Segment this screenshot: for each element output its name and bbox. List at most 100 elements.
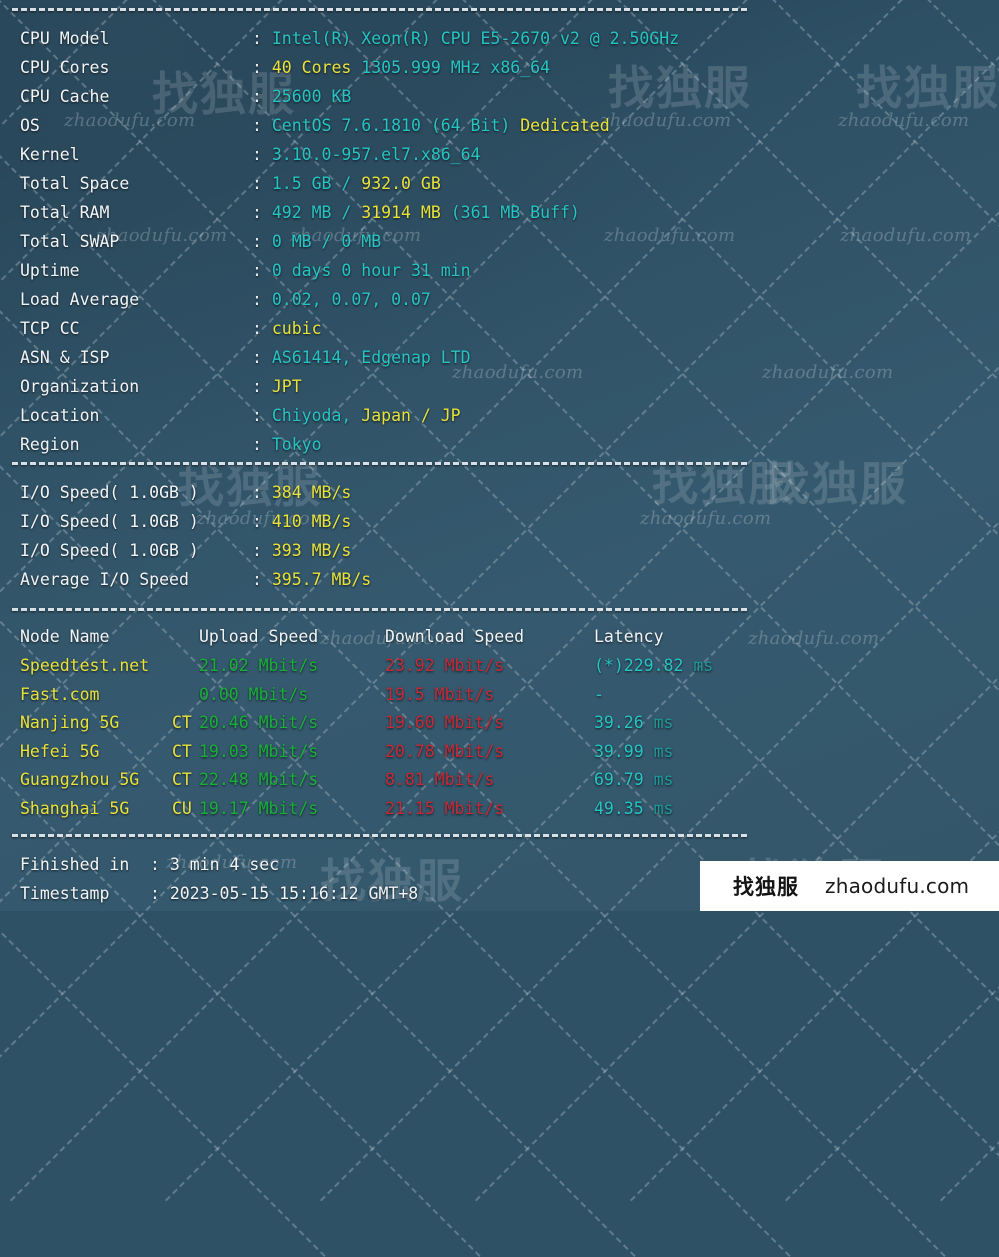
info-row-colon: : [252, 512, 272, 531]
info-row: Total SWAP: 0 MB / 0 MB [20, 227, 381, 256]
speedtest-node-isp: CU [172, 799, 192, 818]
info-row-value: 0.02, 0.07, 0.07 [271, 290, 431, 309]
info-row-value: Japan / JP [361, 406, 461, 425]
speedtest-latency-unit: ms [643, 799, 674, 818]
speedtest-latency: 39.99 ms [594, 737, 673, 766]
speedtest-node-isp: CT [172, 770, 192, 790]
info-row-value: 384 MB/s [271, 483, 352, 502]
speedtest-upload-speed: 19.17 Mbit/s [199, 799, 319, 818]
info-row-value: Intel(R) Xeon(R) CPU E5-2670 v2 @ 2.50GH… [271, 29, 680, 48]
info-row: Load Average: 0.02, 0.07, 0.07 [20, 285, 431, 314]
speedtest-upload-speed: 20.46 Mbit/s [199, 713, 319, 733]
speedtest-node-name: Guangzhou 5G [20, 770, 140, 790]
info-row: CPU Cores: 40 Cores 1305.999 MHz x86_64 [20, 53, 550, 82]
speedtest-latency-value: 49.35 [594, 799, 644, 818]
info-row-value: 2023-05-15 15:16:12 GMT+8 [169, 884, 419, 903]
info-row-colon: : [252, 406, 272, 425]
info-row-colon: : [252, 319, 272, 338]
info-row: Average I/O Speed: 395.7 MB/s [20, 565, 371, 594]
speedtest-header-node: Node Name [20, 627, 110, 646]
info-row-label: CPU Cores [20, 58, 110, 77]
info-row: Total RAM: 492 MB / 31914 MB (361 MB Buf… [20, 198, 580, 227]
speedtest-latency: - [594, 680, 604, 709]
speedtest-upload-speed: 0.00 Mbit/s [199, 684, 309, 704]
info-row-value: 0 MB / 0 MB [271, 232, 382, 251]
info-row-value: AS61414, Edgenap LTD [271, 348, 471, 367]
info-row-colon: : [252, 541, 272, 560]
info-row-colon: : [252, 174, 272, 193]
info-row: CPU Model: Intel(R) Xeon(R) CPU E5-2670 … [20, 24, 679, 53]
speedtest-header-download: Download Speed [385, 627, 525, 646]
info-row: CPU Cache: 25600 KB [20, 82, 351, 111]
info-row-label: OS [20, 116, 40, 135]
separator-top [12, 8, 747, 11]
info-row: Organization: JPT [20, 372, 302, 401]
info-row-label: Organization [20, 377, 140, 396]
speedtest-latency: 39.26 ms [594, 708, 673, 737]
speedtest-row: Hefei 5G CT 19.03 Mbit/s 20.78 Mbit/s 39.99 … [20, 737, 673, 766]
info-row-colon: : [252, 232, 272, 251]
speedtest-node-isp: CT [172, 741, 192, 761]
speedtest-download-speed: 19.5 Mbit/s [385, 684, 495, 704]
speedtest-download-speed: 23.92 Mbit/s [385, 656, 505, 675]
info-row: Timestamp: 2023-05-15 15:16:12 GMT+8 [20, 879, 418, 908]
info-row-label: Region [20, 435, 80, 454]
info-row-colon: : [150, 855, 170, 874]
info-row-colon: : [252, 290, 272, 309]
info-row-colon: : [252, 570, 272, 589]
info-row-label: Total Space [20, 174, 130, 193]
speedtest-row: Shanghai 5G CU 19.17 Mbit/s 21.15 Mbit/s 49.… [20, 794, 673, 823]
info-row-colon: : [252, 377, 272, 396]
speedtest-row: Guangzhou 5G CT 22.48 Mbit/s 8.81 Mbit/s 69.… [20, 765, 673, 794]
separator-io-bottom [12, 608, 747, 611]
info-row-value: (361 MB Buff) [440, 203, 580, 222]
info-row-value: CentOS 7.6.1810 (64 Bit) [271, 116, 521, 135]
speedtest-latency-value: 39.99 [594, 741, 644, 761]
speedtest-download-speed: 21.15 Mbit/s [385, 799, 505, 818]
info-row-colon: : [252, 435, 272, 454]
info-row-colon: : [252, 483, 272, 502]
info-row-value: 31914 MB [361, 203, 441, 222]
info-row: Total Space: 1.5 GB / 932.0 GB [20, 169, 441, 198]
info-row-label: Uptime [20, 261, 80, 280]
speedtest-latency-unit: ms [643, 741, 674, 761]
info-row-colon: : [252, 29, 272, 48]
badge-brand-url: zhaodufu.com [825, 874, 970, 898]
speedtest-download-speed: 20.78 Mbit/s [385, 741, 505, 761]
info-row: I/O Speed( 1.0GB ): 410 MB/s [20, 507, 351, 536]
info-row-label: I/O Speed( 1.0GB ) [20, 541, 199, 560]
info-row-label: Location [20, 406, 100, 425]
speedtest-latency-value: 69.79 [594, 770, 644, 790]
speedtest-node-name: Hefei 5G [20, 741, 100, 761]
info-row-label: Kernel [20, 145, 80, 164]
speedtest-header-row: Node Name Upload Speed Download Speed Laten… [20, 622, 664, 651]
speedtest-download-speed: 19.60 Mbit/s [385, 713, 505, 733]
badge-brand-cn: 找独服 [733, 875, 799, 899]
info-row: OS: CentOS 7.6.1810 (64 Bit) Dedicated [20, 111, 610, 140]
info-row: I/O Speed( 1.0GB ): 384 MB/s [20, 478, 351, 507]
info-row-label: I/O Speed( 1.0GB ) [20, 483, 199, 502]
speedtest-latency-value: 39.26 [594, 713, 644, 733]
info-row-label: CPU Cache [20, 87, 110, 106]
info-row: Region: Tokyo [20, 430, 322, 459]
info-row: I/O Speed( 1.0GB ): 393 MB/s [20, 536, 351, 565]
info-row-label: Total SWAP [20, 232, 120, 251]
info-row-label: Total RAM [20, 203, 110, 222]
info-row-label: TCP CC [20, 319, 80, 338]
separator-footer [12, 834, 747, 837]
info-row-label: CPU Model [20, 29, 110, 48]
speedtest-download-speed: 8.81 Mbit/s [385, 770, 495, 790]
speedtest-upload-speed: 22.48 Mbit/s [199, 770, 319, 790]
info-row-value: 410 MB/s [271, 512, 352, 531]
info-row-value: 25600 KB [271, 87, 352, 106]
info-row-value: 395.7 MB/s [271, 570, 372, 589]
speedtest-latency-unit: ms [643, 713, 674, 733]
info-row-label: Load Average [20, 290, 140, 309]
info-row-colon: : [252, 145, 272, 164]
speedtest-latency-unit: ms [643, 770, 674, 790]
info-row-colon: : [252, 348, 272, 367]
info-row-value: cubic [271, 319, 322, 338]
info-row: TCP CC: cubic [20, 314, 322, 343]
info-row-value: 0 days 0 hour 31 min [271, 261, 471, 280]
speedtest-node-name: Nanjing 5G [20, 713, 120, 733]
